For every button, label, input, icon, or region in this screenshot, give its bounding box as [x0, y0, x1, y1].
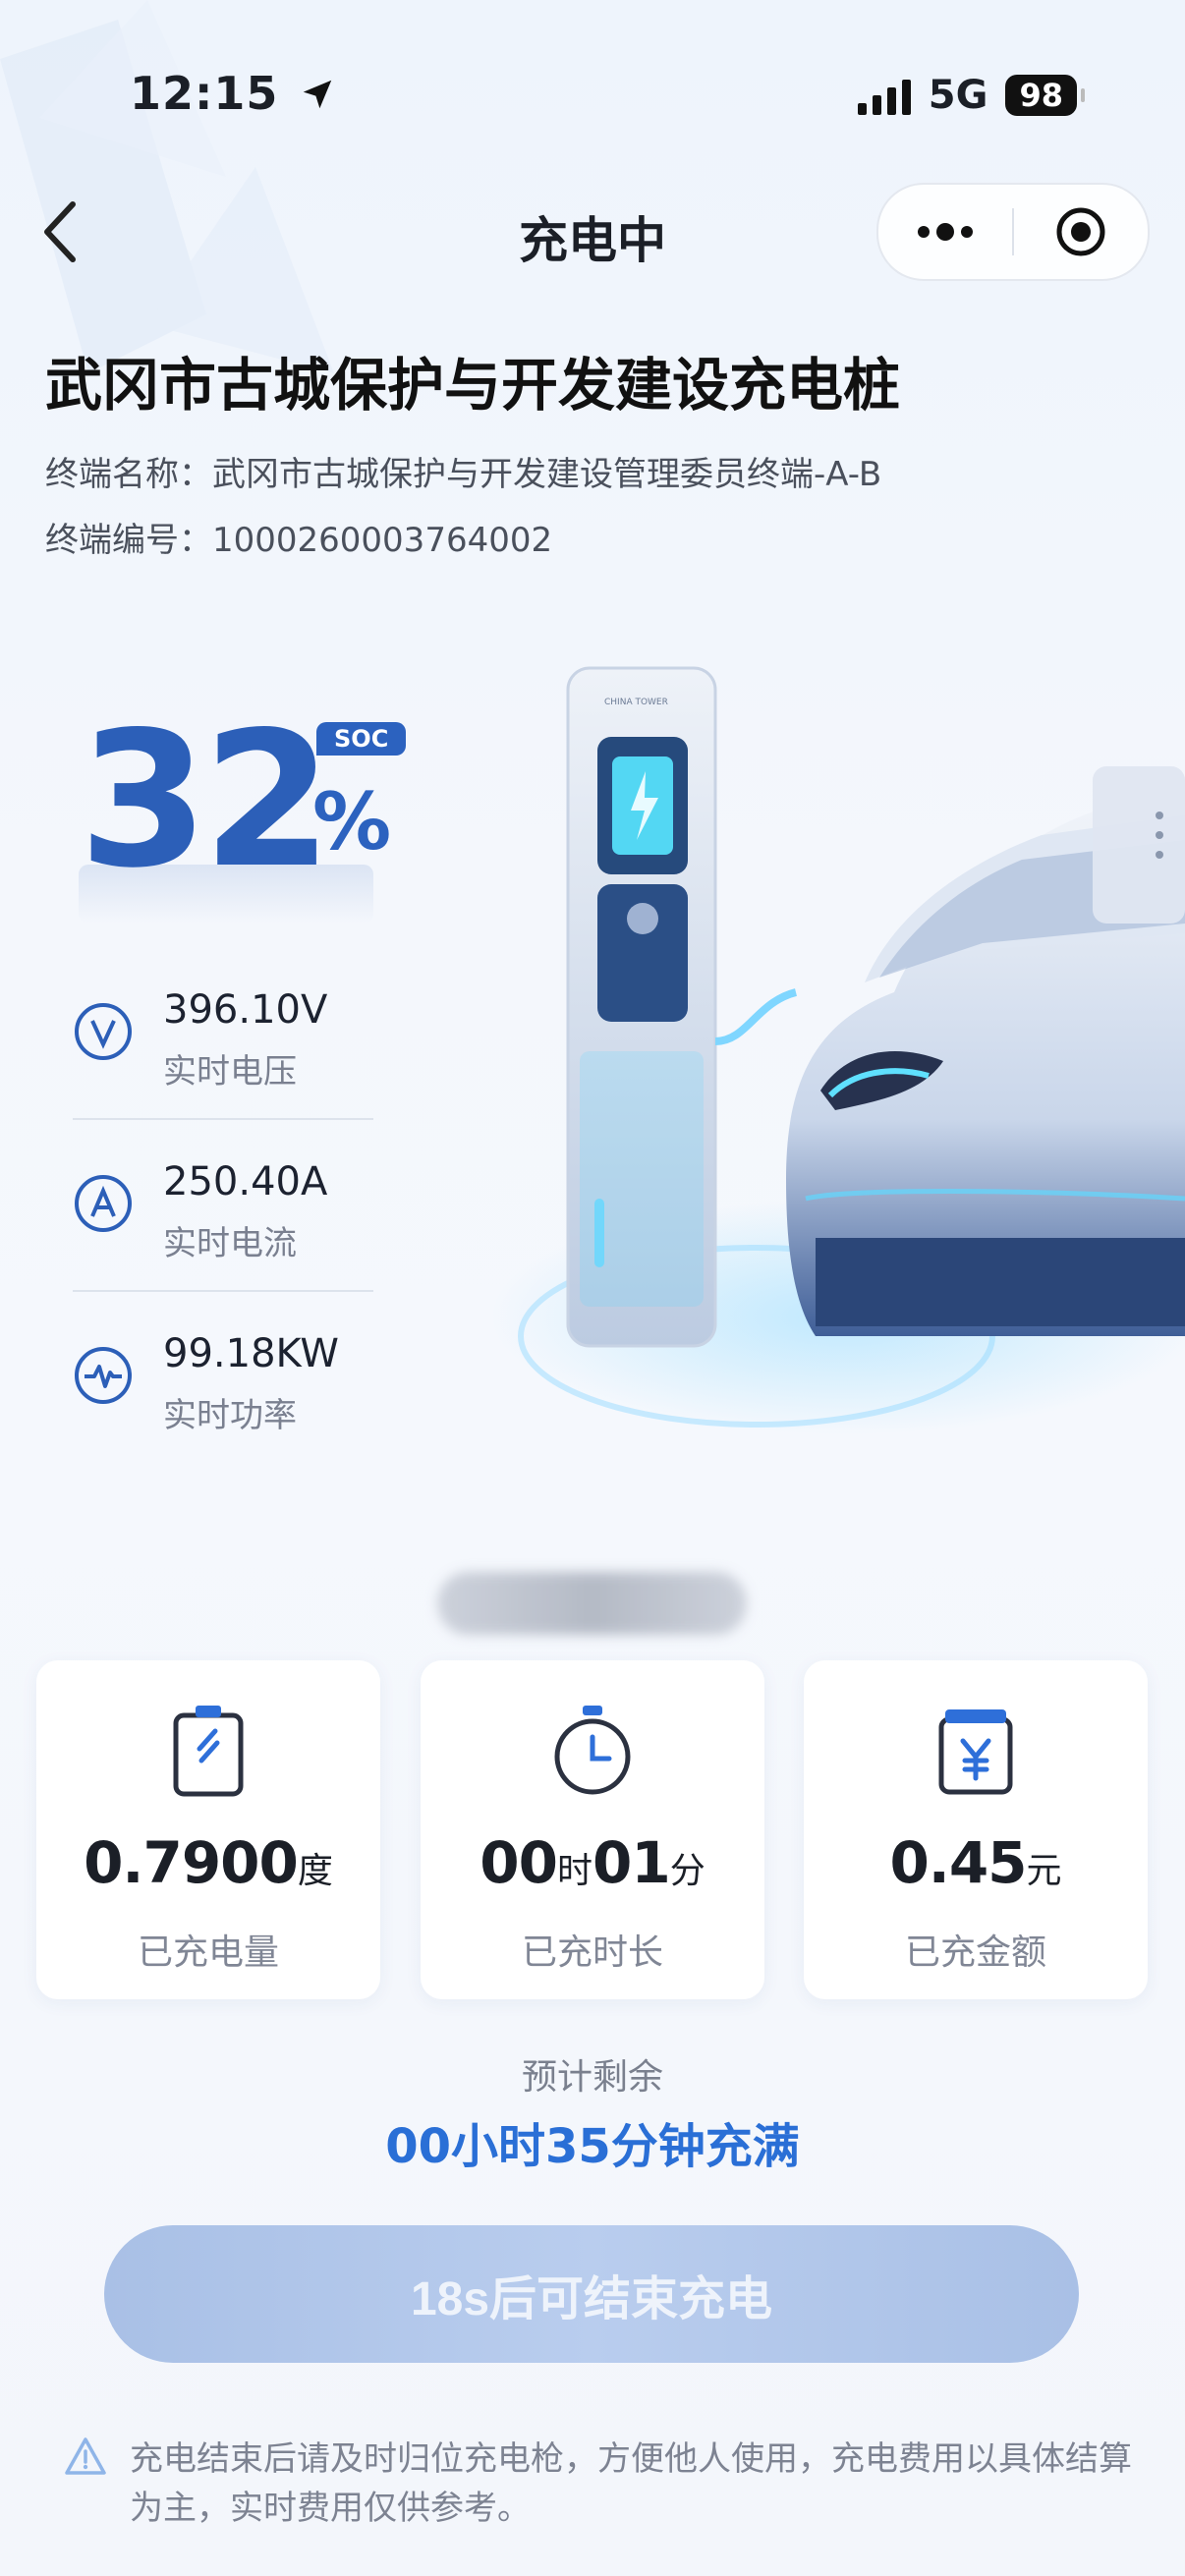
end-charging-button[interactable]: 18s后可结束充电: [104, 2225, 1079, 2363]
yuan-icon: [938, 1709, 1013, 1795]
station-title: 武冈市古城保护与开发建设充电桩: [45, 352, 901, 419]
signal-icon: [857, 76, 911, 115]
charging-illustration: CHINA TOWER: [491, 666, 1185, 1434]
license-plate-blurred: [437, 1572, 747, 1635]
current-label: 实时电流: [163, 1224, 297, 1263]
remaining-label: 预计剩余: [521, 2057, 663, 2098]
status-time: 12:15: [130, 67, 336, 120]
power-value: 99.18KW: [163, 1331, 339, 1376]
current-metric: 250.40A 实时电流: [73, 1140, 377, 1297]
voltage-metric: 396.10V 实时电压: [73, 968, 377, 1125]
network-type: 5G: [928, 73, 988, 118]
battery-charge-icon: [173, 1706, 244, 1797]
duration-label: 已充时长: [521, 1932, 663, 1973]
close-miniprogram-button[interactable]: [1014, 185, 1148, 279]
voltage-icon: [75, 1003, 132, 1060]
charger-brand-text: CHINA TOWER: [604, 698, 668, 707]
power-metric: 99.18KW 实时功率: [73, 1312, 377, 1469]
status-indicators: 5G 98: [857, 73, 1085, 118]
power-label: 实时功率: [163, 1396, 297, 1435]
terminal-name: 武冈市古城保护与开发建设管理委员终端-A-B: [212, 455, 882, 494]
energy-label: 已充电量: [137, 1932, 279, 1973]
terminal-no-label: 终端编号：: [45, 521, 212, 560]
notice-text: 充电结束后请及时归位充电枪，方便他人使用，充电费用以具体结算为主，实时费用仅供参…: [130, 2439, 1132, 2528]
clock-icon: [554, 1706, 631, 1795]
current-value: 250.40A: [163, 1159, 328, 1204]
amount-label: 已充金额: [904, 1932, 1046, 1973]
miniprogram-capsule: [876, 183, 1150, 281]
power-icon: [75, 1347, 132, 1404]
voltage-label: 实时电压: [163, 1052, 297, 1092]
current-icon: [75, 1175, 132, 1232]
energy-value: 0.7900度: [84, 1829, 333, 1896]
warning-icon: [65, 2437, 106, 2475]
metric-divider: [73, 1290, 373, 1292]
terminal-name-row: 终端名称：武冈市古城保护与开发建设管理委员终端-A-B: [45, 447, 881, 495]
more-button[interactable]: [878, 185, 1012, 279]
target-circle-icon: [1056, 207, 1105, 256]
duration-card: 00时01分 已充时长: [421, 1660, 764, 1999]
soc-badge: SOC: [316, 722, 407, 756]
remaining-value: 00小时35分钟充满: [385, 2119, 800, 2174]
location-arrow-icon: [304, 80, 332, 109]
battery-indicator: 98: [1005, 75, 1085, 116]
soc-reflection: [79, 865, 373, 924]
soc-unit: %: [312, 776, 392, 868]
duration-value: 00时01分: [480, 1829, 705, 1896]
amount-value: 0.45元: [889, 1829, 1062, 1896]
energy-card: 0.7900度 已充电量: [36, 1660, 380, 1999]
metric-divider: [73, 1118, 373, 1120]
amount-card: 0.45元 已充金额: [804, 1660, 1148, 1999]
terminal-no-row: 终端编号：1000260003764002: [45, 513, 552, 561]
more-dots-icon: [918, 223, 973, 241]
voltage-value: 396.10V: [163, 987, 328, 1033]
terminal-no: 1000260003764002: [212, 521, 553, 560]
terminal-name-label: 终端名称：: [45, 455, 212, 494]
